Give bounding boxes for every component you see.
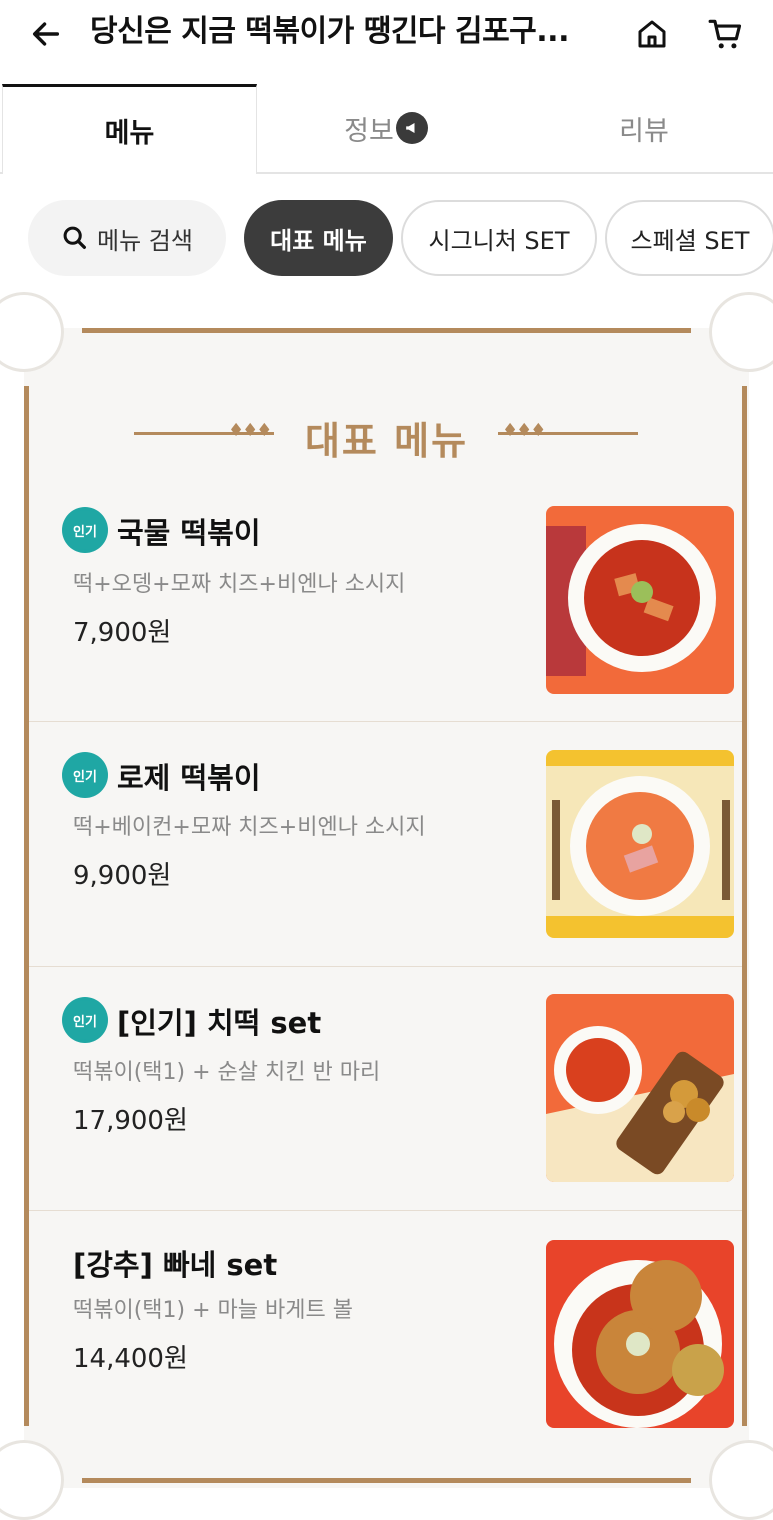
title-ornament [498, 432, 638, 435]
tab-review[interactable]: 리뷰 [515, 84, 773, 172]
search-icon [63, 226, 86, 249]
chip-label: 시그니처 SET [428, 226, 570, 255]
chip-label: 스페셜 SET [630, 226, 750, 255]
menu-item[interactable]: 인기 국물 떡볶이 떡+오뎅+모짜 치즈+비엔나 소시지 7,900원 [29, 480, 742, 724]
menu-item-price: 7,900원 [73, 618, 172, 648]
cart-button[interactable] [704, 12, 748, 56]
title-ornament: ♦♦♦ [502, 420, 546, 441]
menu-item[interactable]: 인기 로제 떡볶이 떡+베이컨+모짜 치즈+비엔나 소시지 9,900원 [29, 725, 742, 969]
category-chips: 메뉴 검색 대표 메뉴 시그니처 SET 스페셜 SET [0, 200, 773, 278]
chip-label: 대표 메뉴 [270, 226, 367, 255]
menu-item-name: [강추] 빠네 set [73, 1248, 278, 1282]
app-header: 당신은 지금 떡볶이가 땡긴다 김포구... [0, 0, 773, 84]
item-divider [29, 721, 742, 722]
menu-item-description: 떡볶이(택1) + 순살 치킨 반 마리 [73, 1060, 381, 1085]
menu-item-name: 국물 떡볶이 [117, 516, 261, 550]
menu-item-image [546, 506, 734, 694]
arrow-left-icon [32, 22, 60, 46]
menu-item-name: 로제 떡볶이 [117, 761, 261, 795]
tab-menu-label: 메뉴 [104, 118, 155, 149]
chip-signature-set[interactable]: 시그니처 SET [401, 200, 597, 276]
tab-info-label: 정보 [344, 115, 394, 147]
chip-special-set[interactable]: 스페셜 SET [605, 200, 773, 276]
menu-item-price: 14,400원 [73, 1344, 188, 1374]
menu-item-price: 9,900원 [73, 861, 172, 891]
frame-border [742, 386, 747, 1426]
tab-menu[interactable]: 메뉴 [2, 84, 257, 174]
menu-item-image [546, 750, 734, 938]
page-title: 당신은 지금 떡볶이가 땡긴다 김포구... [90, 14, 569, 49]
menu-search-label: 메뉴 검색 [97, 226, 193, 255]
popular-badge: 인기 [65, 510, 105, 550]
menu-item-name: [인기] 치떡 set [117, 1006, 322, 1040]
menu-search-button[interactable]: 메뉴 검색 [28, 200, 226, 276]
menu-item-description: 떡+베이컨+모짜 치즈+비엔나 소시지 [73, 815, 426, 840]
home-button[interactable] [630, 12, 674, 56]
menu-item[interactable]: 인기 [인기] 치떡 set 떡볶이(택1) + 순살 치킨 반 마리 17,9… [29, 970, 742, 1214]
tab-info[interactable]: 정보 [257, 84, 515, 172]
back-button[interactable] [26, 14, 66, 54]
menu-item-image [546, 994, 734, 1182]
board-title: 대표 메뉴 [304, 419, 469, 463]
menu-item-description: 떡볶이(택1) + 마늘 바게트 볼 [73, 1298, 353, 1323]
menu-item[interactable]: [강추] 빠네 set 떡볶이(택1) + 마늘 바게트 볼 14,400원 [29, 1214, 742, 1458]
menu-board: ♦♦♦ 대표 메뉴 ♦♦♦ 인기 국물 떡볶이 떡+오뎅+모짜 치즈+비엔나 소… [0, 292, 773, 1520]
frame-border [82, 328, 691, 333]
menu-item-description: 떡+오뎅+모짜 치즈+비엔나 소시지 [73, 572, 406, 597]
frame-border [82, 1478, 691, 1483]
menu-item-price: 17,900원 [73, 1106, 188, 1136]
chip-representative-menu[interactable]: 대표 메뉴 [244, 200, 393, 276]
menu-item-image [546, 1240, 734, 1428]
home-icon [638, 20, 666, 48]
item-divider [29, 966, 742, 967]
tab-review-label: 리뷰 [619, 115, 669, 147]
popular-badge: 인기 [65, 1000, 105, 1040]
item-divider [29, 1210, 742, 1211]
cart-icon [708, 19, 742, 49]
tab-bar: 메뉴 정보 리뷰 [0, 84, 773, 174]
popular-badge: 인기 [65, 755, 105, 795]
megaphone-icon [395, 112, 428, 144]
